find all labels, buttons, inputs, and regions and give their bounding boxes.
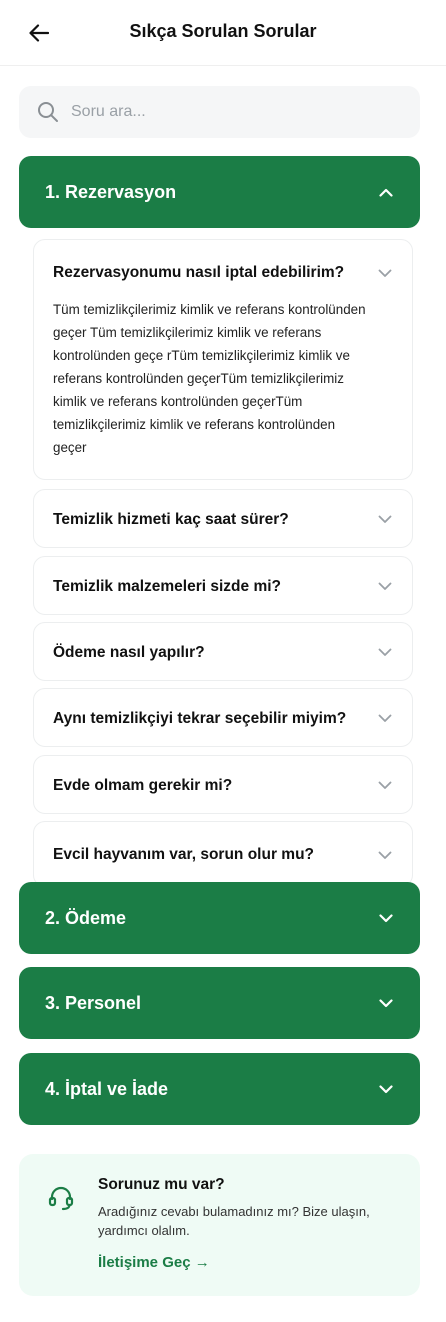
faq-item-payment[interactable]: Ödeme nasıl yapılır? <box>33 622 413 681</box>
faq-question-row: Rezervasyonumu nasıl iptal edebilirim? <box>53 264 393 282</box>
faq-item-pets[interactable]: Evcil hayvanım var, sorun olur mu? <box>33 821 413 887</box>
faq-question: Evcil hayvanım var, sorun olur mu? <box>53 846 315 863</box>
faq-question-row: Temizlik hizmeti kaç saat sürer? <box>53 490 393 549</box>
section-title: 4. İptal ve İade <box>45 1078 169 1099</box>
faq-question-row: Temizlik malzemeleri sizde mi? <box>53 557 393 616</box>
faq-item-same-cleaner[interactable]: Aynı temizlikçiyi tekrar seçebilir miyim… <box>33 688 413 747</box>
headset-icon <box>48 1186 74 1211</box>
chevron-down-icon <box>377 579 393 595</box>
chevron-down-icon <box>377 645 393 661</box>
search-input[interactable] <box>71 103 391 121</box>
chevron-down-icon <box>377 512 393 528</box>
chevron-up-icon <box>378 184 394 200</box>
faq-question-row: Evde olmam gerekir mi? <box>53 756 393 815</box>
section-odeme[interactable]: 2. Ödeme <box>19 882 420 954</box>
chevron-down-icon <box>378 910 394 926</box>
chevron-down-icon <box>377 711 393 727</box>
chevron-down-icon <box>378 1081 394 1097</box>
chevron-down-icon <box>377 265 393 281</box>
faq-answer-line: kontrolünden geçe rTüm temizlikçilerimiz… <box>53 348 350 363</box>
contact-link[interactable]: İletişime Geç → <box>98 1254 210 1271</box>
faq-answer: Tüm temizlikçilerimiz kimlik ve referans… <box>53 298 393 459</box>
search-bar[interactable] <box>19 86 420 138</box>
section-title: 3. Personel <box>45 992 142 1013</box>
faq-answer-line: geçer <box>53 440 87 455</box>
faq-question: Rezervasyonumu nasıl iptal edebilirim? <box>53 264 345 281</box>
support-card: Sorunuz mu var? Aradığınız cevabı bulama… <box>19 1154 420 1296</box>
faq-question-row: Ödeme nasıl yapılır? <box>53 623 393 682</box>
faq-question: Temizlik hizmeti kaç saat sürer? <box>53 510 289 528</box>
app-header: Sıkça Sorulan Sorular <box>0 0 446 66</box>
faq-item-duration[interactable]: Temizlik hizmeti kaç saat sürer? <box>33 489 413 548</box>
section-personel[interactable]: 3. Personel <box>19 967 420 1039</box>
section-title: 1. Rezervasyon <box>45 181 177 202</box>
support-text: Aradığınız cevabı bulamadınız mı? Bize u… <box>98 1204 370 1238</box>
page-title: Sıkça Sorulan Sorular <box>129 21 317 41</box>
chevron-down-icon <box>377 778 393 794</box>
faq-item-be-home[interactable]: Evde olmam gerekir mi? <box>33 755 413 814</box>
section-iptal-iade[interactable]: 4. İptal ve İade <box>19 1053 420 1125</box>
faq-question: Evde olmam gerekir mi? <box>53 776 233 794</box>
faq-question-row: Evcil hayvanım var, sorun olur mu? <box>53 822 393 888</box>
faq-item-cancel-reservation[interactable]: Rezervasyonumu nasıl iptal edebilirim? T… <box>33 239 413 480</box>
faq-question: Aynı temizlikçiyi tekrar seçebilir miyim… <box>53 709 347 727</box>
chevron-down-icon <box>378 995 394 1011</box>
faq-question: Temizlik malzemeleri sizde mi? <box>53 577 281 595</box>
search-icon <box>38 102 58 122</box>
faq-answer-line: kimlik ve referans kontrolünden geçerTüm <box>53 394 303 409</box>
chevron-down-icon <box>377 847 393 863</box>
faq-answer-line: referans kontrolünden geçerTüm temizlikç… <box>53 371 344 386</box>
faq-item-supplies[interactable]: Temizlik malzemeleri sizde mi? <box>33 556 413 615</box>
faq-answer-line: temizlikçilerimiz kimlik ve referans kon… <box>53 417 336 432</box>
faq-question: Ödeme nasıl yapılır? <box>53 643 205 661</box>
support-title: Sorunuz mu var? <box>98 1176 225 1193</box>
faq-question-row: Aynı temizlikçiyi tekrar seçebilir miyim… <box>53 689 393 748</box>
faq-answer-line: Tüm temizlikçilerimiz kimlik ve referans… <box>53 302 366 317</box>
faq-answer-line: geçer Tüm temizlikçilerimiz kimlik ve re… <box>53 325 322 340</box>
section-title: 2. Ödeme <box>45 907 127 928</box>
section-rezervasyon[interactable]: 1. Rezervasyon <box>19 156 420 228</box>
